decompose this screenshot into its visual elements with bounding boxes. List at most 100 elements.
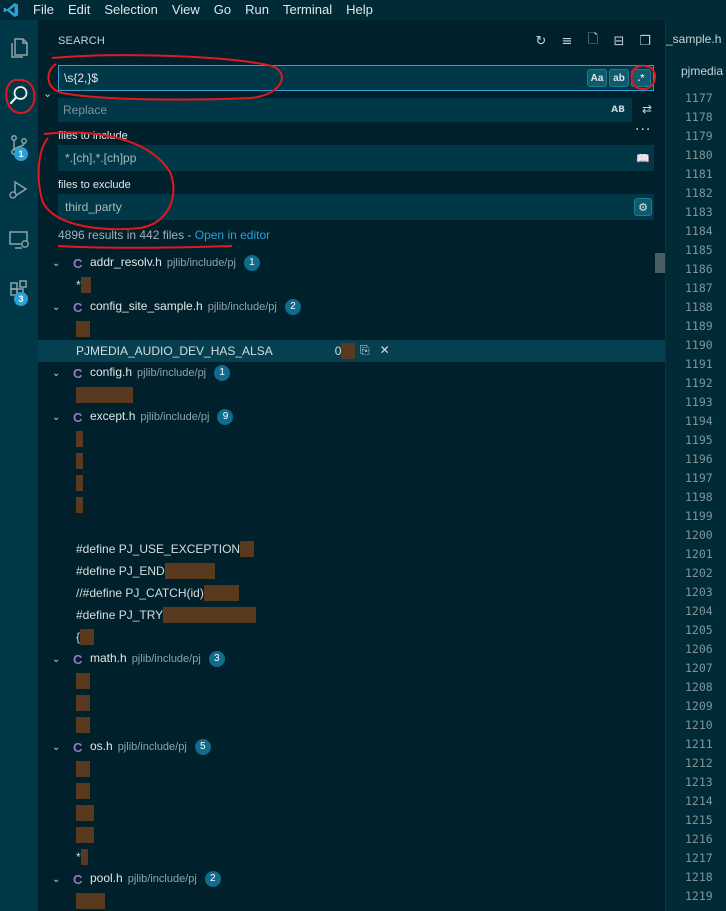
file-path-text: pjlib/include/pj — [137, 367, 207, 380]
c-file-icon: C — [73, 409, 83, 425]
result-match-row[interactable]: PJMEDIA_AUDIO_DEV_HAS_ALSA 0 ⎘ ✕ — [38, 340, 665, 362]
use-exclude-settings-icon[interactable]: ⚙ — [634, 198, 652, 216]
editor-breadcrumb[interactable]: pjmedia — [681, 64, 723, 78]
result-match-row[interactable] — [38, 824, 665, 846]
match-whole-word-toggle[interactable]: ab — [609, 69, 629, 87]
line-number: 1197 — [685, 471, 713, 485]
match-text — [76, 673, 90, 689]
preserve-case-toggle[interactable]: AB — [611, 105, 625, 115]
search-open-editors-icon[interactable]: 📖 — [634, 149, 652, 167]
extensions-button[interactable]: 3 — [0, 270, 38, 310]
line-number: 1198 — [685, 490, 713, 504]
result-match-row[interactable] — [38, 780, 665, 802]
replace-match-icon[interactable]: ⎘ — [360, 343, 370, 358]
result-match-row[interactable] — [38, 692, 665, 714]
explorer-button[interactable] — [0, 28, 38, 68]
match-prefix: #define PJ_END — [76, 564, 165, 578]
remote-explorer-button[interactable] — [0, 220, 38, 260]
search-sidebar: SEARCH ↻ ≡ 🗋 ⊟ ❐ ⌄ \s{2,}$ Aa ab .* Repl… — [38, 20, 665, 911]
include-input[interactable]: *.[ch],*.[ch]pp 📖 — [58, 145, 654, 171]
result-match-row[interactable] — [38, 450, 665, 472]
chevron-down-icon[interactable]: ⌄ — [52, 258, 60, 269]
result-match-row[interactable] — [38, 472, 665, 494]
use-regex-toggle[interactable]: .* — [631, 69, 651, 87]
scrollbar-thumb[interactable] — [655, 253, 665, 273]
toggle-search-details-icon[interactable]: ··· — [635, 122, 651, 138]
match-prefix: #define PJ_TRY — [76, 608, 164, 622]
chevron-down-icon[interactable]: ⌄ — [52, 302, 60, 313]
result-file-name: except.h pjlib/include/pj 9 — [90, 409, 234, 425]
result-file-row[interactable]: ⌄ Cpool.h pjlib/include/pj 2 — [38, 868, 665, 890]
result-match-row[interactable]: * — [38, 274, 665, 296]
result-file-row[interactable]: ⌄ Cos.h pjlib/include/pj 5 — [38, 736, 665, 758]
line-number: 1180 — [685, 148, 713, 162]
menu-run[interactable]: Run — [238, 0, 276, 20]
match-text: //#define PJ_CATCH(id) — [76, 585, 239, 601]
result-match-row[interactable] — [38, 318, 665, 340]
clear-results-icon[interactable]: ≡ — [559, 33, 575, 49]
result-match-row[interactable] — [38, 670, 665, 692]
menu-terminal[interactable]: Terminal — [276, 0, 339, 20]
match-count-badge: 9 — [217, 409, 234, 425]
result-match-row[interactable] — [38, 516, 665, 538]
refresh-icon[interactable]: ↻ — [533, 33, 549, 49]
menu-go[interactable]: Go — [207, 0, 238, 20]
source-control-button[interactable]: 1 — [0, 125, 38, 165]
search-input[interactable]: \s{2,}$ Aa ab .* — [58, 65, 654, 91]
exclude-input[interactable]: third_party ⚙ — [58, 194, 654, 220]
menu-help[interactable]: Help — [339, 0, 380, 20]
result-match-row[interactable] — [38, 428, 665, 450]
chevron-down-icon[interactable]: ⌄ — [52, 874, 60, 885]
match-highlight — [203, 585, 239, 601]
result-match-row[interactable]: #define PJ_USE_EXCEPTION — [38, 538, 665, 560]
match-highlight — [76, 761, 90, 777]
c-file-icon: C — [73, 651, 83, 667]
match-suffix: 0 — [334, 344, 342, 358]
result-file-row[interactable]: ⌄ Caddr_resolv.h pjlib/include/pj 1 — [38, 252, 665, 274]
toggle-replace-chevron-icon[interactable]: ⌄ — [43, 87, 52, 100]
line-number: 1210 — [685, 718, 713, 732]
view-as-tree-icon[interactable]: ❐ — [637, 33, 653, 49]
collapse-all-icon[interactable]: ⊟ — [611, 33, 627, 49]
dismiss-match-icon[interactable]: ✕ — [380, 343, 390, 358]
result-file-row[interactable]: ⌄ Cconfig_site_sample.h pjlib/include/pj 2 — [38, 296, 665, 318]
result-match-row[interactable] — [38, 890, 665, 911]
replace-all-icon[interactable]: ⇄ — [638, 100, 656, 118]
line-number: 1186 — [685, 262, 713, 276]
result-match-row[interactable]: //#define PJ_CATCH(id) — [38, 582, 665, 604]
line-number: 1193 — [685, 395, 713, 409]
result-match-row[interactable] — [38, 758, 665, 780]
new-search-editor-icon[interactable]: 🗋 — [585, 32, 601, 49]
result-file-row[interactable]: ⌄ Cmath.h pjlib/include/pj 3 — [38, 648, 665, 670]
menu-file[interactable]: File — [22, 0, 61, 20]
result-match-row[interactable] — [38, 384, 665, 406]
run-debug-button[interactable] — [0, 170, 38, 210]
result-match-row[interactable] — [38, 714, 665, 736]
file-name-text: addr_resolv.h — [90, 255, 162, 270]
editor-tab[interactable]: _sample.h — [666, 32, 721, 46]
search-view-button[interactable] — [0, 75, 38, 115]
result-match-row[interactable] — [38, 802, 665, 824]
menu-view[interactable]: View — [165, 0, 207, 20]
line-number: 1205 — [685, 623, 713, 637]
match-case-toggle[interactable]: Aa — [587, 69, 607, 87]
result-match-row[interactable]: #define PJ_TRY — [38, 604, 665, 626]
match-text — [76, 717, 90, 733]
menu-edit[interactable]: Edit — [61, 0, 97, 20]
chevron-down-icon[interactable]: ⌄ — [52, 742, 60, 753]
chevron-down-icon[interactable]: ⌄ — [52, 412, 60, 423]
result-file-row[interactable]: ⌄ Cconfig.h pjlib/include/pj 1 — [38, 362, 665, 384]
match-highlight — [164, 563, 215, 579]
result-match-row[interactable] — [38, 494, 665, 516]
menu-selection[interactable]: Selection — [97, 0, 164, 20]
result-match-row[interactable]: #define PJ_END — [38, 560, 665, 582]
chevron-down-icon[interactable]: ⌄ — [52, 654, 60, 665]
result-file-row[interactable]: ⌄ Cexcept.h pjlib/include/pj 9 — [38, 406, 665, 428]
result-match-row[interactable]: { — [38, 626, 665, 648]
line-number: 1199 — [685, 509, 713, 523]
match-highlight — [163, 607, 257, 623]
open-in-editor-link[interactable]: Open in editor — [195, 228, 270, 242]
replace-input[interactable]: Replace AB — [58, 98, 632, 122]
result-match-row[interactable]: * — [38, 846, 665, 868]
chevron-down-icon[interactable]: ⌄ — [52, 368, 60, 379]
